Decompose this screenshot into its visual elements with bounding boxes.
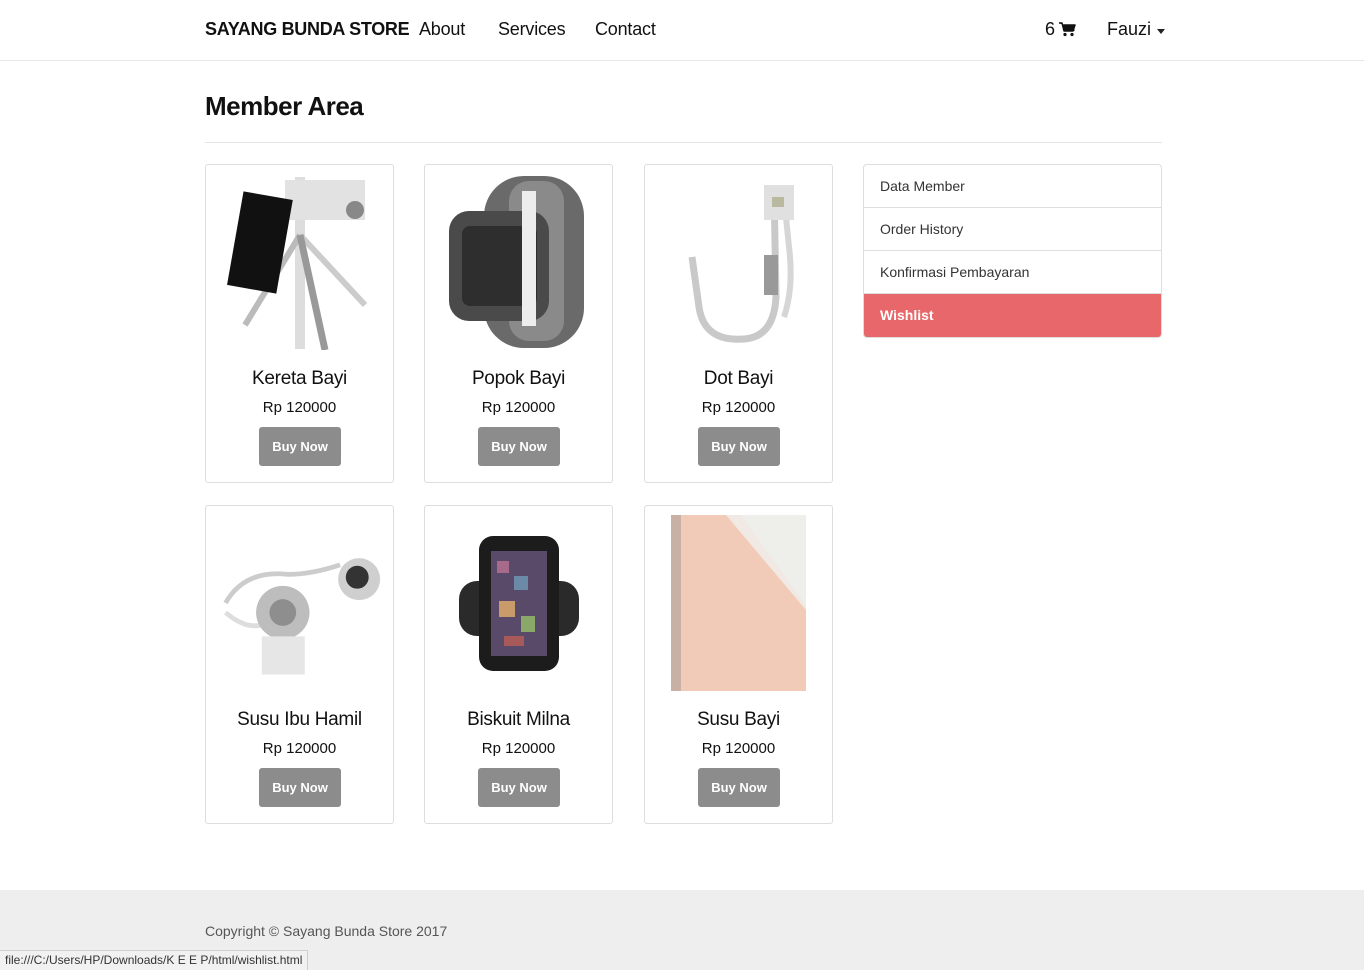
cart-button[interactable]: 6 xyxy=(1045,19,1076,40)
product-price: Rp 120000 xyxy=(481,740,556,757)
product-name[interactable]: Dot Bayi xyxy=(645,368,832,390)
cart-count: 6 xyxy=(1045,19,1056,39)
product-card: Susu Bayi Rp 120000 Buy Now xyxy=(644,505,833,824)
user-menu-toggle[interactable]: Fauzi xyxy=(1107,19,1166,40)
user-name: Fauzi xyxy=(1107,19,1152,39)
shopping-cart-icon xyxy=(1059,22,1076,37)
navbar: SAYANG BUNDA STORE About Services Contac… xyxy=(0,0,1364,61)
buy-now-button[interactable]: Buy Now xyxy=(478,427,560,466)
tripod-phone-image[interactable] xyxy=(216,173,383,351)
menu-item-wishlist[interactable]: Wishlist xyxy=(864,294,1161,337)
page-title: Member Area xyxy=(205,91,364,121)
menu-item-konfirmasi-pembayaran[interactable]: Konfirmasi Pembayaran xyxy=(864,251,1161,294)
product-card: Dot Bayi Rp 120000 Buy Now xyxy=(644,164,833,483)
product-name[interactable]: Popok Bayi xyxy=(425,368,612,390)
member-menu: Data Member Order History Konfirmasi Pem… xyxy=(863,164,1162,338)
cable-image[interactable] xyxy=(655,173,822,351)
product-name[interactable]: Susu Ibu Hamil xyxy=(206,709,393,731)
nav-link-contact[interactable]: Contact xyxy=(595,19,656,40)
product-price: Rp 120000 xyxy=(701,740,776,757)
smartwatch-image[interactable] xyxy=(435,173,602,351)
product-name[interactable]: Biskuit Milna xyxy=(425,709,612,731)
header-divider xyxy=(205,142,1162,143)
buy-now-button[interactable]: Buy Now xyxy=(259,768,341,807)
product-price: Rp 120000 xyxy=(262,740,337,757)
product-card: Susu Ibu Hamil Rp 120000 Buy Now xyxy=(205,505,394,824)
tablet-case-image[interactable] xyxy=(655,514,822,692)
buy-now-button[interactable]: Buy Now xyxy=(478,768,560,807)
browser-status-bar: file:///C:/Users/HP/Downloads/K E E P/ht… xyxy=(0,950,309,970)
buy-now-button[interactable]: Buy Now xyxy=(259,427,341,466)
product-price: Rp 120000 xyxy=(262,399,337,416)
menu-item-data-member[interactable]: Data Member xyxy=(864,165,1161,208)
nav-link-services[interactable]: Services xyxy=(498,19,566,40)
brand-link[interactable]: SAYANG BUNDA STORE xyxy=(205,19,410,40)
nav-link-about[interactable]: About xyxy=(419,19,465,40)
product-card: Popok Bayi Rp 120000 Buy Now xyxy=(424,164,613,483)
buy-now-button[interactable]: Buy Now xyxy=(698,427,780,466)
product-name[interactable]: Kereta Bayi xyxy=(206,368,393,390)
earphones-image[interactable] xyxy=(216,514,383,692)
product-price: Rp 120000 xyxy=(701,399,776,416)
product-card: Kereta Bayi Rp 120000 Buy Now xyxy=(205,164,394,483)
caret-down-icon xyxy=(1157,28,1166,34)
copyright-text: Copyright © Sayang Bunda Store 2017 xyxy=(205,923,448,939)
product-card: Biskuit Milna Rp 120000 Buy Now xyxy=(424,505,613,824)
buy-now-button[interactable]: Buy Now xyxy=(698,768,780,807)
phone-armband-image[interactable] xyxy=(435,514,602,692)
product-name[interactable]: Susu Bayi xyxy=(645,709,832,731)
menu-item-order-history[interactable]: Order History xyxy=(864,208,1161,251)
product-price: Rp 120000 xyxy=(481,399,556,416)
